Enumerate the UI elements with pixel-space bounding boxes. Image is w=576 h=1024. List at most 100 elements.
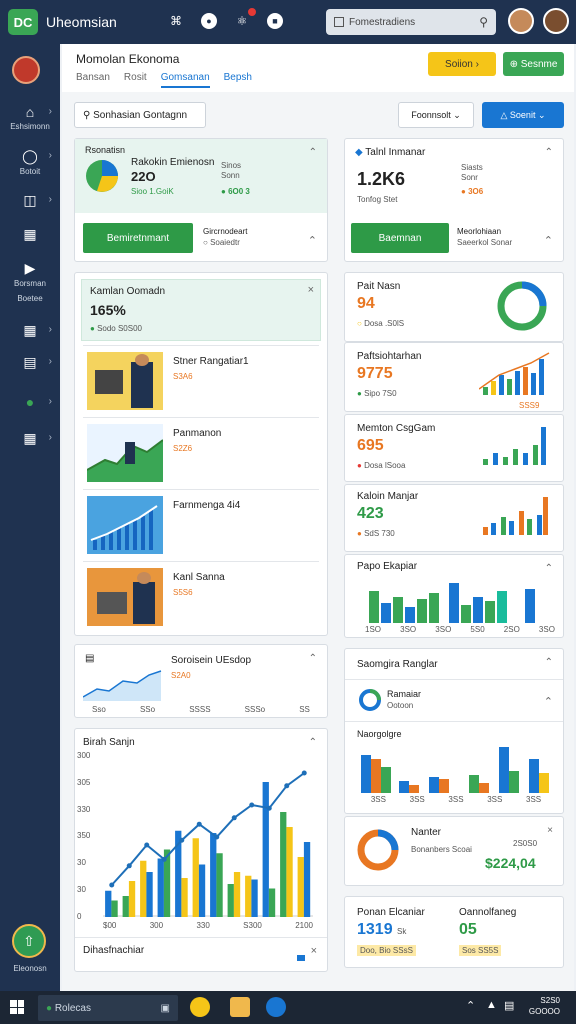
sidebar-item-layout[interactable]: ◫ › (0, 192, 60, 211)
edit-icon: △ (500, 109, 510, 120)
total-action-button[interactable]: Baemnan (351, 223, 449, 253)
total-s1: Siasts (461, 163, 483, 172)
ytick: 0 (77, 911, 82, 921)
sidebar-item-media[interactable]: ▶ Borsman (0, 260, 60, 288)
line-point (126, 863, 132, 869)
filter-icon (334, 17, 344, 27)
list-item-thumbnail (87, 496, 163, 554)
app-chrome-icon[interactable] (190, 997, 210, 1017)
r6-chart-title: Naorgolgre (357, 729, 402, 739)
chevron-right-icon: › (48, 106, 52, 117)
bar-mark (245, 875, 252, 917)
kpi-panel: Kamlan Oomadn 165% ● Sodo S0S00 × (81, 279, 321, 341)
sidebar-item-table[interactable]: ▦ › (0, 322, 60, 341)
sidebar-item-search[interactable]: ◯ Botoit › (0, 148, 60, 176)
r1-sub: ○ Dosa .S0lS (357, 319, 404, 328)
r7-sub: Bonanbers Scoai (411, 845, 472, 854)
list-item[interactable]: Stner Rangatiar1 S3A6 (83, 345, 319, 417)
summary-value: 22O (131, 169, 156, 184)
sidebar-item-label: Eshsimonn (10, 122, 50, 131)
top-icons: ⌘ ● ⚛ ■ (165, 8, 283, 32)
chevron-up-icon[interactable]: ⌃ (544, 695, 553, 708)
close-icon[interactable]: × (547, 825, 553, 836)
clock[interactable]: S2S0 GOOOO (529, 995, 560, 1017)
sidebar-item-grid[interactable]: ▦ › (0, 430, 60, 449)
r8-u1: Sk (397, 927, 407, 936)
r2-axis: SSS9 (519, 401, 540, 410)
sidebar-item-window[interactable]: ▤ › (0, 354, 60, 373)
total-note: Meorlohiaan (457, 227, 502, 236)
export-dropdown[interactable]: △ Soenit ⌄ (482, 102, 564, 128)
task-view-icon[interactable]: ▣ (161, 1003, 170, 1014)
global-search-input[interactable]: Fomestradiens ⚲ (326, 9, 496, 35)
close-icon[interactable]: × (308, 284, 314, 296)
list-item-thumbnail (87, 568, 163, 626)
r5-label: Papo Ekapiar (357, 561, 418, 572)
r7-v2: $224,04 (485, 855, 536, 871)
bar-mark (280, 812, 287, 917)
ytick: 330 (77, 804, 91, 814)
sidebar-item-home[interactable]: ⌂ Eshsimonn › (0, 104, 60, 131)
sort-label: Foonnsolt (411, 110, 451, 120)
app-blue-icon[interactable] (266, 997, 286, 1017)
xtick: 330 (196, 921, 210, 930)
brand-emblem-icon[interactable] (12, 56, 40, 84)
search-icon[interactable]: ⚲ (479, 15, 488, 29)
tab-rosit[interactable]: Rosit (124, 72, 147, 88)
sidebar-item-board[interactable]: ▦ (0, 226, 60, 245)
shield-icon[interactable]: ● (201, 13, 217, 29)
profile-avatar[interactable] (543, 8, 569, 34)
user-avatar[interactable] (508, 8, 534, 34)
chevron-up-icon[interactable]: ⌃ (308, 234, 317, 247)
tray-chevron-icon[interactable]: ⌃ (466, 999, 475, 1012)
sidebar-bottom-label: Eleonosn (13, 964, 47, 973)
list-item-title: Kanl Sanna (173, 572, 225, 583)
trend-ticks: Sso SSo SSSS SSSo SS (75, 705, 327, 714)
wifi-icon[interactable]: ▲ (486, 999, 497, 1011)
app-logo[interactable]: DC (8, 9, 38, 35)
summary-badge: ● 6O0 3 (221, 187, 250, 196)
xtick: 300 (149, 921, 164, 930)
chevron-up-icon[interactable]: ⌃ (309, 653, 317, 664)
close-icon[interactable]: × (311, 945, 317, 957)
chevron-up-icon[interactable]: ⌃ (545, 563, 553, 574)
tab-bepsh[interactable]: Bepsh (224, 72, 252, 88)
list-item[interactable]: Farnmenga 4i4 (83, 489, 319, 561)
notification-icon[interactable]: ⚛ (231, 8, 256, 32)
yellow-action-button[interactable]: Soiion › (428, 52, 496, 76)
grid-icon[interactable]: ⌘ (165, 10, 187, 32)
chevron-up-icon[interactable]: ⌃ (544, 234, 553, 247)
page-title: Momolan Ekonoma (76, 52, 180, 66)
tab-gomsanan[interactable]: Gomsanan (160, 72, 210, 88)
monitor-icon[interactable]: ▤ (504, 999, 514, 1012)
line-point (266, 805, 272, 811)
list-item[interactable]: Kanl Sanna S5S6 (83, 561, 319, 633)
chart-icon: ▤ (85, 653, 95, 664)
green-action-button[interactable]: ⊕ Sesnme (503, 52, 564, 76)
list-item[interactable]: Panmanon S2Z6 (83, 417, 319, 489)
line-point (144, 842, 150, 848)
sort-dropdown[interactable]: Foonnsolt ⌄ (398, 102, 474, 128)
sidebar-item-reports[interactable]: Boetee (0, 294, 60, 303)
upload-icon[interactable]: ⇧ (12, 924, 46, 958)
r4-sub: ● SdS 730 (357, 529, 395, 538)
start-icon[interactable] (10, 1000, 24, 1014)
list-item-value: S3A6 (173, 372, 193, 381)
top-bar: DC Uheomsian ⌘ ● ⚛ ■ Fomestradiens ⚲ (0, 0, 576, 44)
taskbar-search[interactable]: ● Rolecas ▣ (38, 995, 178, 1021)
edge-icon: ● (46, 1002, 55, 1014)
summary-action-button[interactable]: Bemiretnmant (83, 223, 193, 253)
chevron-up-icon[interactable]: ⌃ (309, 147, 317, 158)
chevron-up-icon[interactable]: ⌃ (545, 147, 553, 158)
chat-icon[interactable]: ■ (267, 13, 283, 29)
r4-bar-chart (483, 497, 548, 535)
sidebar-item-analytics[interactable]: ● › (0, 394, 60, 412)
chevron-up-icon[interactable]: ⌃ (545, 657, 553, 668)
r6-tick: 3SS (487, 795, 503, 804)
total-value: 1.2K6 (357, 169, 406, 189)
folder-icon[interactable] (230, 997, 250, 1017)
tab-bansan[interactable]: Bansan (76, 72, 110, 88)
taskbar: ● Rolecas ▣ ⌃ ▲ ▤ S2S0 GOOOO (0, 991, 576, 1024)
filter-input[interactable]: ⚲ Sonhasian Gontagnn (74, 102, 206, 128)
bar-mark (105, 890, 112, 917)
